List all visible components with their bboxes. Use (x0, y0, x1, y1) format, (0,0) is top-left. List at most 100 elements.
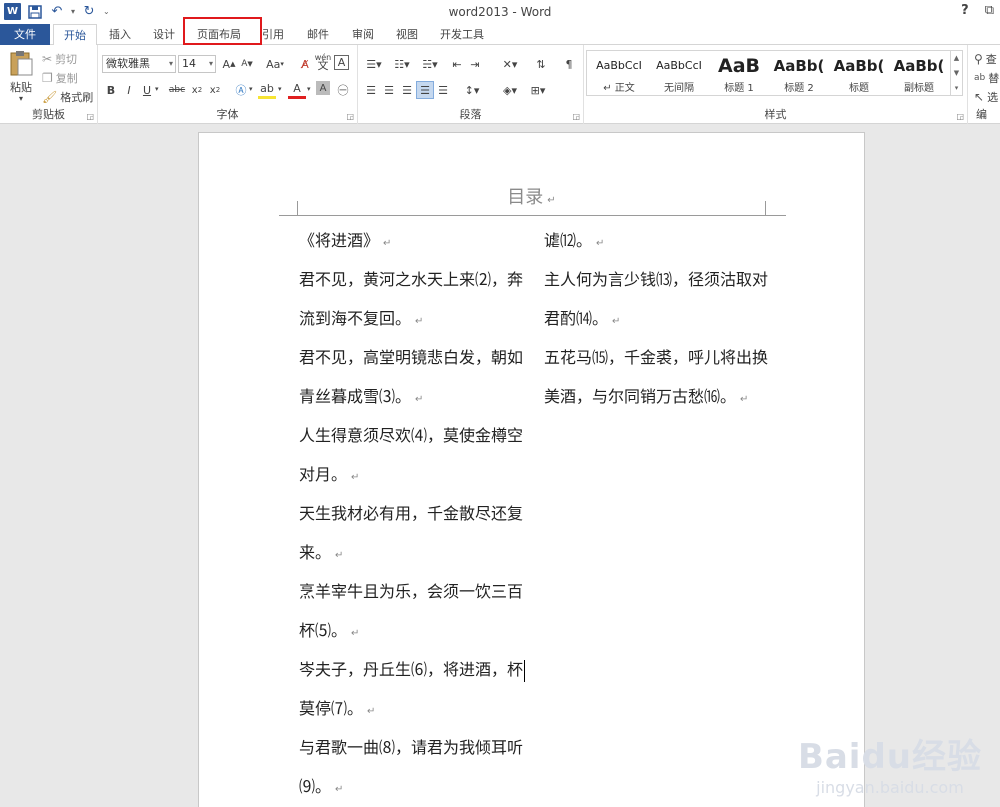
help-button[interactable]: ? (961, 3, 969, 18)
tab-design[interactable]: 设计 (147, 24, 181, 45)
justify-icon[interactable]: ☰ (416, 81, 434, 99)
chevron-down-icon: ▾ (208, 59, 213, 68)
text-line[interactable]: 谑⑿。 ↵ (544, 221, 768, 260)
style-subtitle[interactable]: AaBb( 副标题 (889, 53, 949, 95)
strikethrough-button[interactable]: abc (166, 81, 188, 99)
document-page[interactable]: 目录 ↵ 《将进酒》 ↵ 君不见，黄河之水天上来⑵，奔 流到海不复回。 ↵ 君不见，高… (198, 132, 865, 807)
format-painter-button[interactable]: 🖌 格式刷 (42, 89, 93, 105)
numbering-icon[interactable]: ☷▾ (390, 55, 414, 73)
font-launcher-icon[interactable]: ◲ (346, 112, 354, 121)
clear-formatting-icon[interactable]: A̸ (296, 55, 314, 73)
text-effects-icon[interactable]: Ⓐ (232, 81, 250, 99)
text-effects-dropdown-icon[interactable]: ▾ (249, 85, 253, 93)
chinese-layout-icon[interactable]: ✕▾ (498, 55, 522, 73)
text-line[interactable]: 青丝暮成雪⑶。 ↵ (299, 377, 525, 416)
text-line[interactable]: 君不见，高堂明镜悲白发，朝如 (299, 338, 525, 377)
shrink-font-button[interactable]: A ▼ (238, 55, 256, 73)
scroll-up-icon[interactable]: ▲ (954, 54, 959, 62)
subscript-button[interactable]: x2 (188, 81, 206, 99)
style-heading-2[interactable]: AaBb( 标题 2 (769, 53, 829, 95)
bold-button[interactable]: B (102, 81, 120, 99)
style-no-spacing[interactable]: AaBbCcI 无间隔 (649, 53, 709, 95)
text-line[interactable]: 杯⑸。 ↵ (299, 611, 525, 650)
chevron-down-icon: ▾ (168, 59, 173, 68)
ribbon-tabs: 文件 开始 插入 设计 页面布局 引用 邮件 审阅 视图 开发工具 (0, 24, 1000, 46)
scroll-down-icon[interactable]: ▼ (954, 69, 959, 77)
multilevel-list-icon[interactable]: ☵▾ (418, 55, 442, 73)
enclose-characters-icon[interactable]: ㊀ (334, 81, 352, 99)
find-button[interactable]: ⚲ 查 (974, 51, 997, 67)
more-styles-icon[interactable]: ▾ (955, 84, 959, 92)
underline-button[interactable]: U (138, 81, 156, 99)
clipboard-launcher-icon[interactable]: ◲ (86, 112, 94, 121)
text-line[interactable]: 美酒，与尔同销万古愁⒃。 ↵ (544, 377, 768, 416)
paragraph-group: ☰▾ ☷▾ ☵▾ ⇤ ⇥ ✕▾ ⇅ ¶ ☰ ☰ ☰ ☰ ☰ ↕▾ ◈▾ ⊞▾ 段… (358, 45, 584, 124)
text-line[interactable]: 与君歌一曲⑻，请君为我倾耳听 (299, 728, 525, 767)
paste-button[interactable]: 粘贴 ▾ (8, 49, 34, 103)
replace-button[interactable]: ab 替 (974, 70, 999, 86)
text-line[interactable]: 五花马⒂，千金裘，呼儿将出换 (544, 338, 768, 377)
text-line[interactable]: 对月。 ↵ (299, 455, 525, 494)
text-line[interactable]: 主人何为言少钱⒀，径须沽取对 (544, 260, 768, 299)
phonetic-guide-button[interactable]: wén 文 (314, 53, 332, 72)
styles-launcher-icon[interactable]: ◲ (956, 112, 964, 121)
select-button[interactable]: ↖ 选 (974, 89, 998, 105)
character-border-button[interactable]: A (334, 55, 349, 70)
cut-button[interactable]: ✂ 剪切 (42, 51, 77, 67)
text-line[interactable]: 君酌⒁。 ↵ (544, 299, 768, 338)
change-case-button[interactable]: Aa ▾ (262, 55, 288, 73)
align-left-icon[interactable]: ☰ (362, 81, 380, 99)
underline-dropdown-icon[interactable]: ▾ (155, 85, 159, 93)
font-color-icon[interactable]: A (288, 81, 306, 99)
superscript-button[interactable]: x2 (206, 81, 224, 99)
font-color-dropdown-icon[interactable]: ▾ (307, 85, 311, 93)
tab-developer[interactable]: 开发工具 (434, 24, 490, 45)
borders-icon[interactable]: ⊞▾ (526, 81, 550, 99)
tab-review[interactable]: 审阅 (346, 24, 380, 45)
styles-scrollbar[interactable]: ▲ ▼ ▾ (950, 51, 962, 95)
text-line[interactable]: 人生得意须尽欢⑷，莫使金樽空 (299, 416, 525, 455)
italic-button[interactable]: I (120, 81, 138, 99)
style-heading-1[interactable]: AaB 标题 1 (709, 53, 769, 95)
text-line[interactable]: 岑夫子，丹丘生⑹，将进酒，杯 (299, 650, 526, 689)
align-center-icon[interactable]: ☰ (380, 81, 398, 99)
text-line[interactable]: 天生我材必有用，千金散尽还复 (299, 494, 525, 533)
font-group-label: 字体 (216, 108, 239, 121)
text-line[interactable]: 《将进酒》 ↵ (299, 221, 525, 260)
paragraph-group-label: 段落 (459, 108, 482, 121)
bullets-icon[interactable]: ☰▾ (362, 55, 386, 73)
copy-button[interactable]: ❐ 复制 (42, 70, 78, 86)
window-title: word2013 - Word (448, 5, 552, 19)
character-shading-icon[interactable]: A (316, 81, 330, 95)
distributed-icon[interactable]: ☰ (434, 81, 452, 99)
style-normal[interactable]: AaBbCcI ↵ 正文 (589, 53, 649, 95)
tab-view[interactable]: 视图 (390, 24, 424, 45)
text-line[interactable]: 来。 ↵ (299, 533, 525, 572)
tab-file[interactable]: 文件 (0, 24, 50, 45)
increase-indent-icon[interactable]: ⇥ (466, 55, 484, 73)
show-marks-icon[interactable]: ¶ (560, 55, 578, 73)
tab-home[interactable]: 开始 (53, 24, 97, 46)
text-line[interactable]: ⑼。 ↵ (299, 767, 525, 806)
decrease-indent-icon[interactable]: ⇤ (448, 55, 466, 73)
grow-font-button[interactable]: A ▲ (220, 55, 238, 73)
text-line[interactable]: 流到海不复回。 ↵ (299, 299, 525, 338)
tab-insert[interactable]: 插入 (103, 24, 137, 45)
editing-group-label: 编 (976, 108, 987, 121)
text-line[interactable]: 君不见，黄河之水天上来⑵，奔 (299, 260, 525, 299)
align-right-icon[interactable]: ☰ (398, 81, 416, 99)
paste-dropdown-icon[interactable]: ▾ (19, 94, 23, 103)
paragraph-launcher-icon[interactable]: ◲ (572, 112, 580, 121)
text-line[interactable]: 莫停⑺。 ↵ (299, 689, 525, 728)
font-size-combo[interactable]: 14 ▾ (178, 55, 216, 73)
line-spacing-icon[interactable]: ↕▾ (460, 81, 484, 99)
font-name-combo[interactable]: 微软雅黑 ▾ (102, 55, 176, 73)
text-line[interactable]: 烹羊宰牛且为乐，会须一饮三百 (299, 572, 525, 611)
shading-icon[interactable]: ◈▾ (498, 81, 522, 99)
ribbon-display-options-icon[interactable]: ⧉ (985, 3, 994, 18)
highlight-color-icon[interactable]: ab (258, 81, 276, 99)
tab-mailings[interactable]: 邮件 (301, 24, 335, 45)
style-title[interactable]: AaBb( 标题 (829, 53, 889, 95)
highlight-dropdown-icon[interactable]: ▾ (278, 85, 282, 93)
sort-icon[interactable]: ⇅ (532, 55, 550, 73)
